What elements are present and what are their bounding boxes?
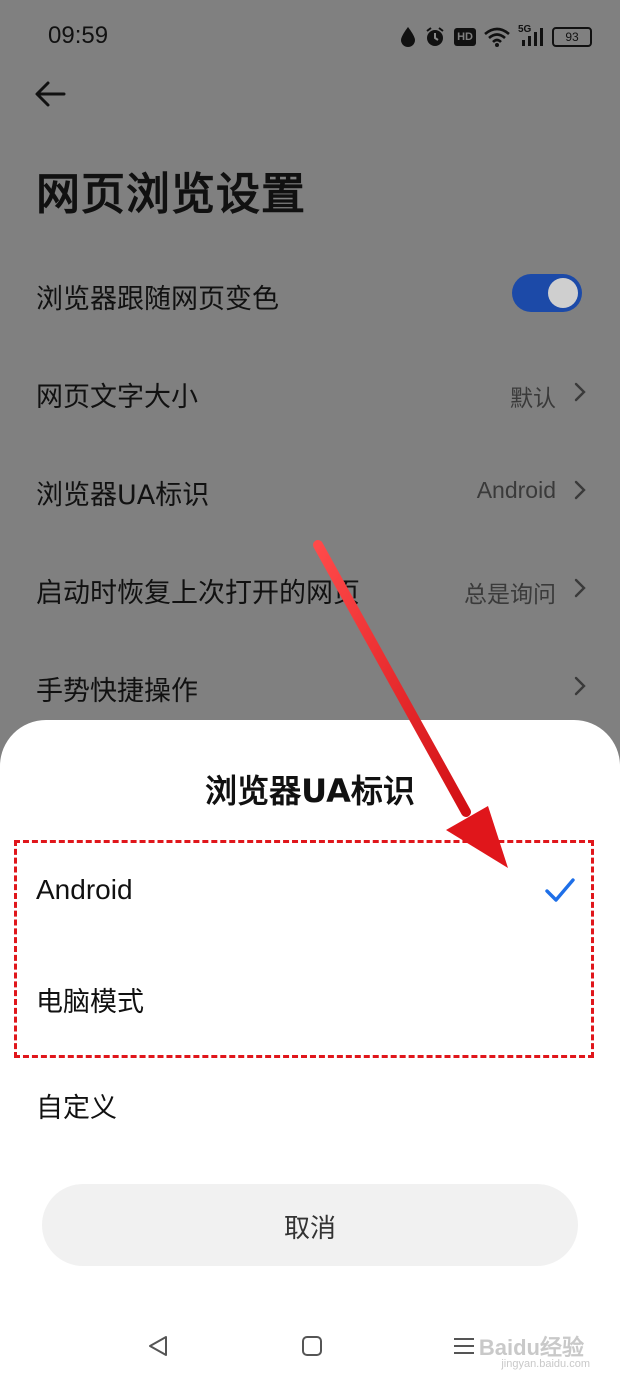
status-icons: HD 5G 93 [400, 24, 592, 50]
page-title: 网页浏览设置 [36, 169, 306, 220]
chevron-right-icon [574, 578, 586, 598]
setting-value: Android [476, 477, 556, 503]
water-drop-icon [400, 26, 416, 48]
battery-level: 93 [565, 30, 579, 44]
setting-label: 网页文字大小 [36, 382, 198, 413]
signal-icon: 5G [518, 24, 544, 48]
setting-ua[interactable]: 浏览器UA标识 Android [0, 441, 620, 539]
setting-label: 启动时恢复上次打开的网页 [36, 578, 360, 609]
cancel-button[interactable]: 取消 [42, 1184, 578, 1266]
setting-value: 总是询问 [464, 581, 556, 607]
wifi-icon [484, 27, 510, 47]
alarm-icon [424, 26, 446, 48]
status-bar: 09:59 HD 5G 93 [0, 0, 620, 76]
setting-label: 浏览器UA标识 [36, 480, 210, 511]
option-label: 自定义 [36, 1093, 117, 1124]
nav-menu-icon[interactable] [452, 1334, 476, 1358]
toggle-knob [548, 278, 578, 308]
nav-back-icon[interactable] [146, 1334, 170, 1358]
follow-color-toggle[interactable] [512, 274, 582, 312]
back-button[interactable] [30, 74, 70, 114]
setting-value: 默认 [510, 385, 556, 411]
battery-icon: 93 [552, 27, 592, 47]
chevron-right-icon [574, 382, 586, 402]
chevron-right-icon [574, 676, 586, 696]
arrow-left-icon [35, 81, 66, 107]
status-time: 09:59 [48, 22, 109, 49]
annotation-highlight-box [14, 840, 594, 1058]
chevron-right-icon [574, 480, 586, 500]
setting-label: 浏览器跟随网页变色 [36, 284, 279, 315]
setting-text-size[interactable]: 网页文字大小 默认 [0, 343, 620, 441]
dialog-title: 浏览器UA标识 [205, 772, 415, 810]
nav-home-icon[interactable] [300, 1334, 324, 1358]
setting-label: 手势快捷操作 [36, 676, 198, 707]
cancel-label: 取消 [283, 1214, 336, 1244]
hd-icon: HD [454, 28, 476, 46]
setting-restore-pages[interactable]: 启动时恢复上次打开的网页 总是询问 [0, 539, 620, 637]
watermark-url: jingyan.baidu.com [501, 1358, 590, 1370]
option-custom[interactable]: 自定义 [0, 1050, 620, 1154]
